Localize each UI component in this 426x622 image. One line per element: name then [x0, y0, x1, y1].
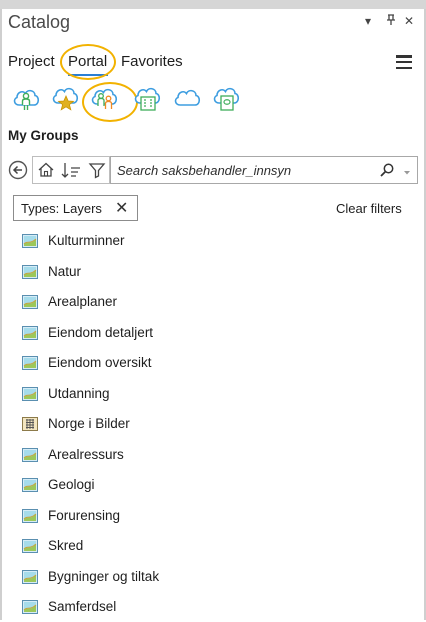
list-item[interactable]: Forurensing	[14, 501, 404, 531]
layer-icon	[22, 508, 38, 523]
remove-filter-icon[interactable]: ✕	[115, 198, 128, 218]
layer-icon	[22, 600, 38, 614]
list-item[interactable]: Eiendom oversikt	[14, 348, 404, 378]
list-item-label: Skred	[48, 538, 84, 553]
layer-icon	[22, 234, 38, 248]
list-item[interactable]: Skred	[14, 531, 404, 561]
list-item[interactable]: Eiendom detaljert	[14, 318, 404, 348]
filter-icon[interactable]	[86, 156, 108, 184]
pane-top-strip	[0, 0, 426, 9]
layer-icon	[22, 325, 38, 340]
list-item[interactable]: Samferdsel	[14, 592, 404, 622]
list-item-label: Arealplaner	[48, 294, 118, 309]
list-item-label: Kulturminner	[48, 233, 125, 248]
pane-options-dropdown-icon[interactable]: ▾	[365, 14, 371, 28]
menu-icon[interactable]	[396, 55, 412, 70]
my-content-cloud-icon[interactable]	[11, 85, 41, 113]
filter-chip: Types: Layers ✕	[13, 195, 138, 221]
list-item-label: Utdanning	[48, 385, 110, 401]
list-item[interactable]: Utdanning	[14, 379, 404, 409]
list-item[interactable]: Kulturminner	[14, 226, 404, 256]
list-item-label: Samferdsel	[48, 599, 117, 614]
tile-layer-icon	[22, 417, 38, 431]
list-item-label: Bygninger og tiltak	[48, 568, 160, 584]
filter-chip-label: Types: Layers	[21, 201, 102, 216]
clear-filters-link[interactable]: Clear filters	[336, 201, 402, 216]
home-icon[interactable]	[35, 156, 57, 184]
pin-icon[interactable]	[386, 14, 396, 29]
search-options-dropdown-icon[interactable]	[403, 165, 411, 183]
layer-icon	[22, 447, 38, 462]
layer-icon	[22, 569, 38, 584]
layer-icon	[22, 356, 38, 370]
layer-icon	[22, 386, 38, 401]
list-item-label: Norge i Bilder	[48, 416, 130, 431]
list-item-label: Eiendom detaljert	[48, 324, 154, 340]
search-icon[interactable]	[379, 162, 395, 183]
favorites-cloud-icon[interactable]	[50, 85, 80, 113]
sort-icon[interactable]	[59, 156, 84, 184]
layer-icon	[22, 539, 38, 553]
tab-project[interactable]: Project	[8, 53, 55, 70]
list-item[interactable]: Bygninger og tiltak	[14, 562, 404, 592]
search-box	[110, 156, 418, 184]
search-input[interactable]	[117, 161, 367, 179]
living-atlas-cloud-icon[interactable]	[212, 85, 242, 113]
list-item[interactable]: Geologi	[14, 470, 404, 500]
list-item-label: Eiendom oversikt	[48, 355, 152, 370]
portal-tab-highlight	[60, 44, 116, 80]
layer-icon	[22, 478, 38, 492]
my-groups-highlight	[82, 82, 138, 122]
my-organization-cloud-icon[interactable]	[133, 85, 163, 113]
list-item[interactable]: Arealplaner	[14, 287, 404, 317]
list-item[interactable]: Natur	[14, 257, 404, 287]
arcgis-online-cloud-icon[interactable]	[172, 85, 202, 113]
layer-icon	[22, 295, 38, 309]
list-item-label: Geologi	[48, 477, 95, 492]
close-pane-icon[interactable]: ✕	[404, 14, 414, 28]
pane-title: Catalog	[8, 12, 71, 32]
list-item-label: Natur	[48, 263, 82, 279]
list-item-label: Arealressurs	[48, 446, 124, 462]
section-title: My Groups	[8, 128, 79, 143]
layer-icon	[22, 264, 38, 279]
pane-left-border	[0, 9, 2, 620]
list-item[interactable]: Arealressurs	[14, 440, 404, 470]
back-button[interactable]	[6, 156, 32, 184]
list-item[interactable]: Norge i Bilder	[14, 409, 404, 439]
list-item-label: Forurensing	[48, 507, 121, 523]
tab-favorites[interactable]: Favorites	[121, 53, 183, 70]
